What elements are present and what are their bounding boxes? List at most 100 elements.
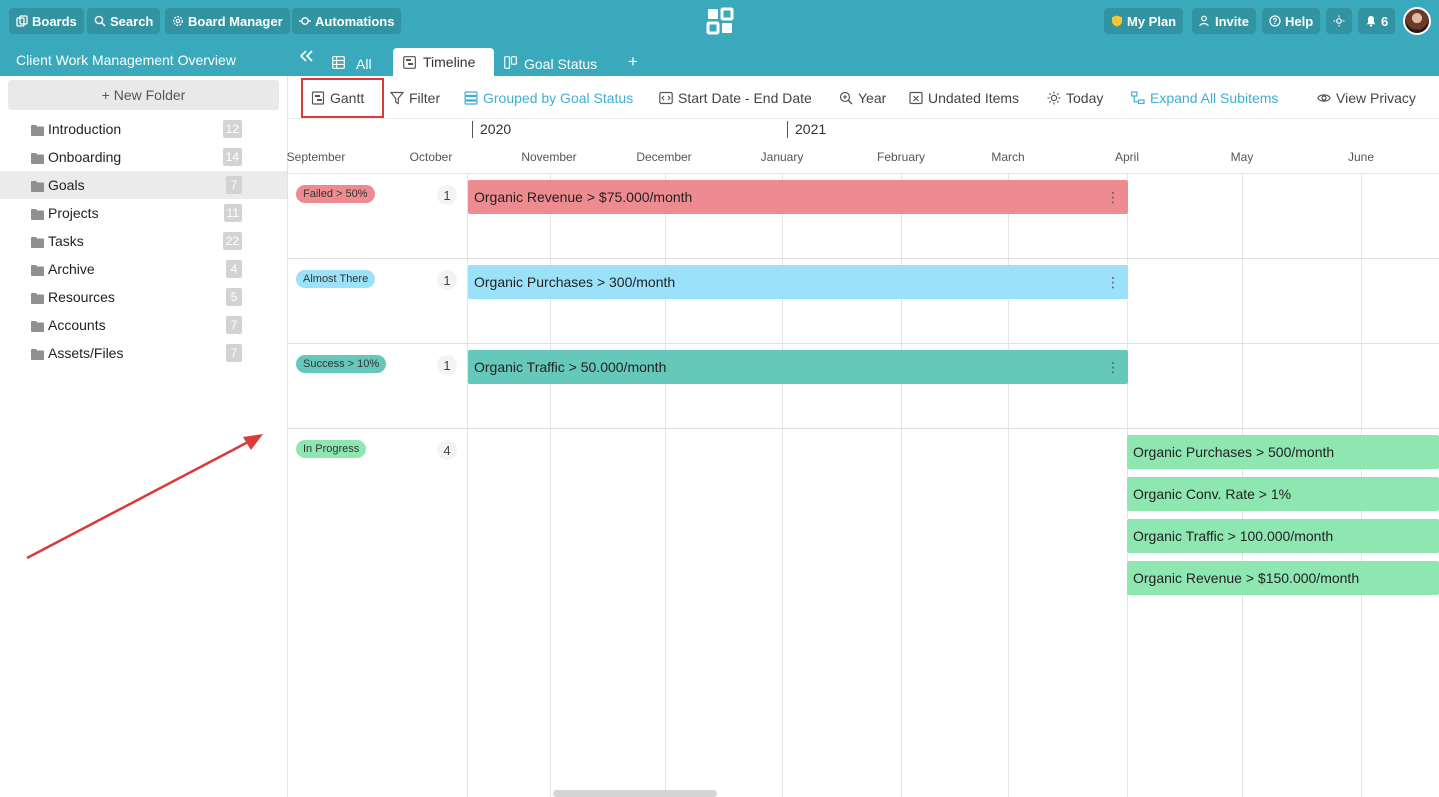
group-row-divider [288, 428, 1439, 429]
folder-icon [31, 263, 44, 276]
timeline-item-bar[interactable]: Organic Purchases > 300/month ⋮ [468, 265, 1128, 299]
month-label: June [1347, 150, 1375, 164]
group-status-badge[interactable]: Failed > 50% [296, 185, 375, 203]
tab-goal-status[interactable]: Goal Status [494, 48, 607, 76]
view-privacy-button[interactable]: View Privacy [1317, 88, 1416, 108]
folder-label: Assets/Files [48, 345, 124, 361]
timeline-item-bar[interactable]: Organic Purchases > 500/month [1127, 435, 1439, 469]
group-item-count: 1 [437, 355, 457, 375]
expand-subitems-label: Expand All Subitems [1150, 90, 1279, 106]
group-status-badge[interactable]: Success > 10% [296, 355, 387, 373]
group-status-badge[interactable]: Almost There [296, 270, 376, 288]
group-row-divider [288, 258, 1439, 259]
month-label: October [409, 150, 453, 164]
date-range-button[interactable]: Start Date - End Date [659, 88, 812, 108]
filter-icon [390, 91, 404, 105]
automations-label: Automations [315, 13, 395, 29]
group-by-button[interactable]: Grouped by Goal Status [464, 88, 633, 108]
more-options-icon[interactable]: ⋮ [1106, 274, 1120, 290]
undated-icon [909, 91, 923, 105]
group-icon [464, 91, 478, 105]
invite-label: Invite [1215, 13, 1249, 29]
search-icon [94, 15, 106, 27]
theme-toggle-button[interactable] [1326, 8, 1352, 34]
gantt-label: Gantt [330, 90, 365, 106]
folder-count-badge: 7 [226, 344, 242, 362]
new-folder-button[interactable]: + New Folder [8, 80, 279, 110]
folder-count-badge: 7 [226, 176, 242, 194]
year-label-2020: 2020 [472, 121, 511, 138]
zoom-icon [839, 91, 853, 105]
notifications-count: 6 [1381, 13, 1389, 29]
search-button[interactable]: Search [87, 8, 161, 34]
zoom-year-button[interactable]: Year [839, 88, 886, 108]
folder-icon [31, 179, 44, 192]
folder-label: Accounts [48, 317, 106, 333]
filter-button[interactable]: Filter [390, 88, 440, 108]
timeline-item-bar[interactable]: Organic Traffic > 50.000/month ⋮ [468, 350, 1128, 384]
timeline-item-bar[interactable]: Organic Conv. Rate > 1% [1127, 477, 1439, 511]
sidebar-folder-item[interactable]: Assets/Files 7 [0, 339, 287, 367]
more-options-icon[interactable]: ⋮ [1106, 359, 1120, 375]
group-status-badge[interactable]: In Progress [296, 440, 367, 458]
month-label: January [760, 150, 804, 164]
folder-count-badge: 5 [226, 288, 242, 306]
timeline-header-divider [288, 173, 1439, 174]
expand-subitems-button[interactable]: Expand All Subitems [1131, 88, 1278, 108]
app-logo[interactable] [706, 7, 734, 35]
notifications-button[interactable]: 6 [1358, 8, 1396, 34]
sidebar-folder-item[interactable]: Archive 4 [0, 255, 287, 283]
folder-icon [31, 207, 44, 220]
gantt-button[interactable]: Gantt [311, 88, 364, 108]
collapse-sidebar-icon[interactable] [298, 49, 314, 68]
undated-items-button[interactable]: Undated Items [909, 88, 1019, 108]
boards-button[interactable]: Boards [9, 8, 84, 34]
sidebar-folder-item[interactable]: Resources 5 [0, 283, 287, 311]
sidebar-folder-item[interactable]: Projects 11 [0, 199, 287, 227]
invite-button[interactable]: Invite [1192, 8, 1256, 34]
today-button[interactable]: Today [1047, 88, 1103, 108]
board-manager-label: Board Manager [188, 13, 283, 29]
timeline-item-bar[interactable]: Organic Revenue > $75.000/month ⋮ [468, 180, 1128, 214]
timeline-icon [403, 55, 416, 69]
folder-count-badge: 22 [222, 232, 242, 250]
folder-label: Goals [48, 177, 85, 193]
tab-all[interactable]: All [322, 48, 382, 76]
timeline-item-label: Organic Traffic > 100.000/month [1133, 528, 1334, 544]
sidebar-folder-item[interactable]: Onboarding 14 [0, 143, 287, 171]
avatar[interactable] [1403, 7, 1431, 35]
automations-button[interactable]: Automations [292, 8, 402, 34]
folder-count-badge: 14 [222, 148, 242, 166]
month-label: November [521, 150, 577, 164]
tab-timeline[interactable]: Timeline [393, 48, 494, 76]
my-plan-button[interactable]: My Plan [1104, 8, 1184, 34]
folder-label: Projects [48, 205, 99, 221]
date-range-icon [659, 91, 673, 105]
timeline-item-bar[interactable]: Organic Revenue > $150.000/month [1127, 561, 1439, 595]
view-privacy-label: View Privacy [1336, 90, 1416, 106]
add-view-icon[interactable]: + [628, 52, 638, 72]
group-by-label: Grouped by Goal Status [483, 90, 634, 106]
tab-goal-status-label: Goal Status [524, 56, 598, 72]
gear-icon [173, 16, 183, 26]
folder-label: Tasks [48, 233, 84, 249]
sidebar-folder-item[interactable]: Accounts 7 [0, 311, 287, 339]
timeline-item-label: Organic Purchases > 300/month [474, 274, 676, 290]
help-label: Help [1285, 13, 1314, 29]
project-title: Client Work Management Overview [16, 52, 236, 68]
more-options-icon[interactable]: ⋮ [1106, 189, 1120, 205]
month-label: April [1114, 150, 1140, 164]
timeline-item-bar[interactable]: Organic Traffic > 100.000/month [1127, 519, 1439, 553]
help-button[interactable]: ? Help [1262, 8, 1321, 34]
sidebar-folder-item[interactable]: Introduction 12 [0, 115, 287, 143]
shield-icon [1112, 15, 1122, 27]
sidebar-folder-item[interactable]: Goals 7 [0, 171, 287, 199]
board-manager-button[interactable]: Board Manager [165, 8, 290, 34]
horizontal-scrollbar[interactable] [553, 790, 717, 797]
sun-icon [1047, 91, 1061, 105]
boards-icon [16, 15, 28, 27]
my-plan-label: My Plan [1127, 13, 1177, 29]
subitems-icon [1131, 91, 1145, 105]
sidebar-folder-item[interactable]: Tasks 22 [0, 227, 287, 255]
folder-icon [31, 319, 44, 332]
